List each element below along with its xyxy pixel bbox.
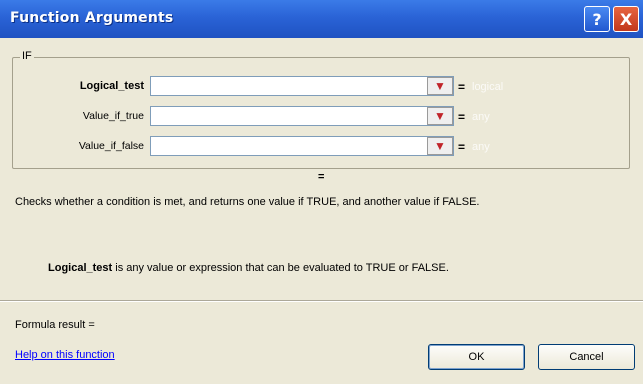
argument-description-text: is any value or expression that can be e… <box>112 262 449 274</box>
close-icon: X <box>619 9 633 29</box>
range-collapse-icon: ▼ <box>434 139 446 153</box>
value-if-true-label: Value_if_true <box>82 110 144 122</box>
function-description: Checks whether a condition is met, and r… <box>15 196 480 208</box>
value-if-false-collapse-button[interactable]: ▼ <box>427 137 453 155</box>
title-bar[interactable]: Function Arguments ? X <box>0 0 643 38</box>
logical-test-hint: logical <box>472 81 504 93</box>
question-mark-icon: ? <box>592 9 602 29</box>
group-label: IF <box>20 50 34 62</box>
range-collapse-icon: ▼ <box>434 109 446 123</box>
logical-test-label: Logical_test <box>79 80 144 92</box>
argument-description: Logical_test is any value or expression … <box>48 262 628 274</box>
cancel-button[interactable]: Cancel <box>538 344 635 370</box>
value-if-false-label: Value_if_false <box>78 140 144 152</box>
function-arguments-dialog: Function Arguments ? X IF Logical_test ▼… <box>0 0 643 384</box>
logical-test-input[interactable] <box>150 76 454 96</box>
value-if-true-input[interactable] <box>150 106 454 126</box>
window-title: Function Arguments <box>10 10 174 26</box>
divider <box>0 300 643 302</box>
value-if-false-equals: = <box>458 140 466 154</box>
ok-button[interactable]: OK <box>428 344 525 370</box>
value-if-false-hint: any <box>472 141 490 153</box>
help-on-function-link[interactable]: Help on this function <box>15 349 115 361</box>
logical-test-equals: = <box>458 80 466 94</box>
value-if-true-equals: = <box>458 110 466 124</box>
range-collapse-icon: ▼ <box>434 79 446 93</box>
value-if-true-collapse-button[interactable]: ▼ <box>427 107 453 125</box>
value-if-false-input[interactable] <box>150 136 454 156</box>
argument-name: Logical_test <box>48 262 113 274</box>
logical-test-collapse-button[interactable]: ▼ <box>427 77 453 95</box>
close-button[interactable]: X <box>613 6 639 32</box>
formula-result: Formula result = <box>15 319 95 331</box>
formula-equals: = <box>318 171 325 183</box>
value-if-true-hint: any <box>472 111 490 123</box>
help-button[interactable]: ? <box>584 6 610 32</box>
